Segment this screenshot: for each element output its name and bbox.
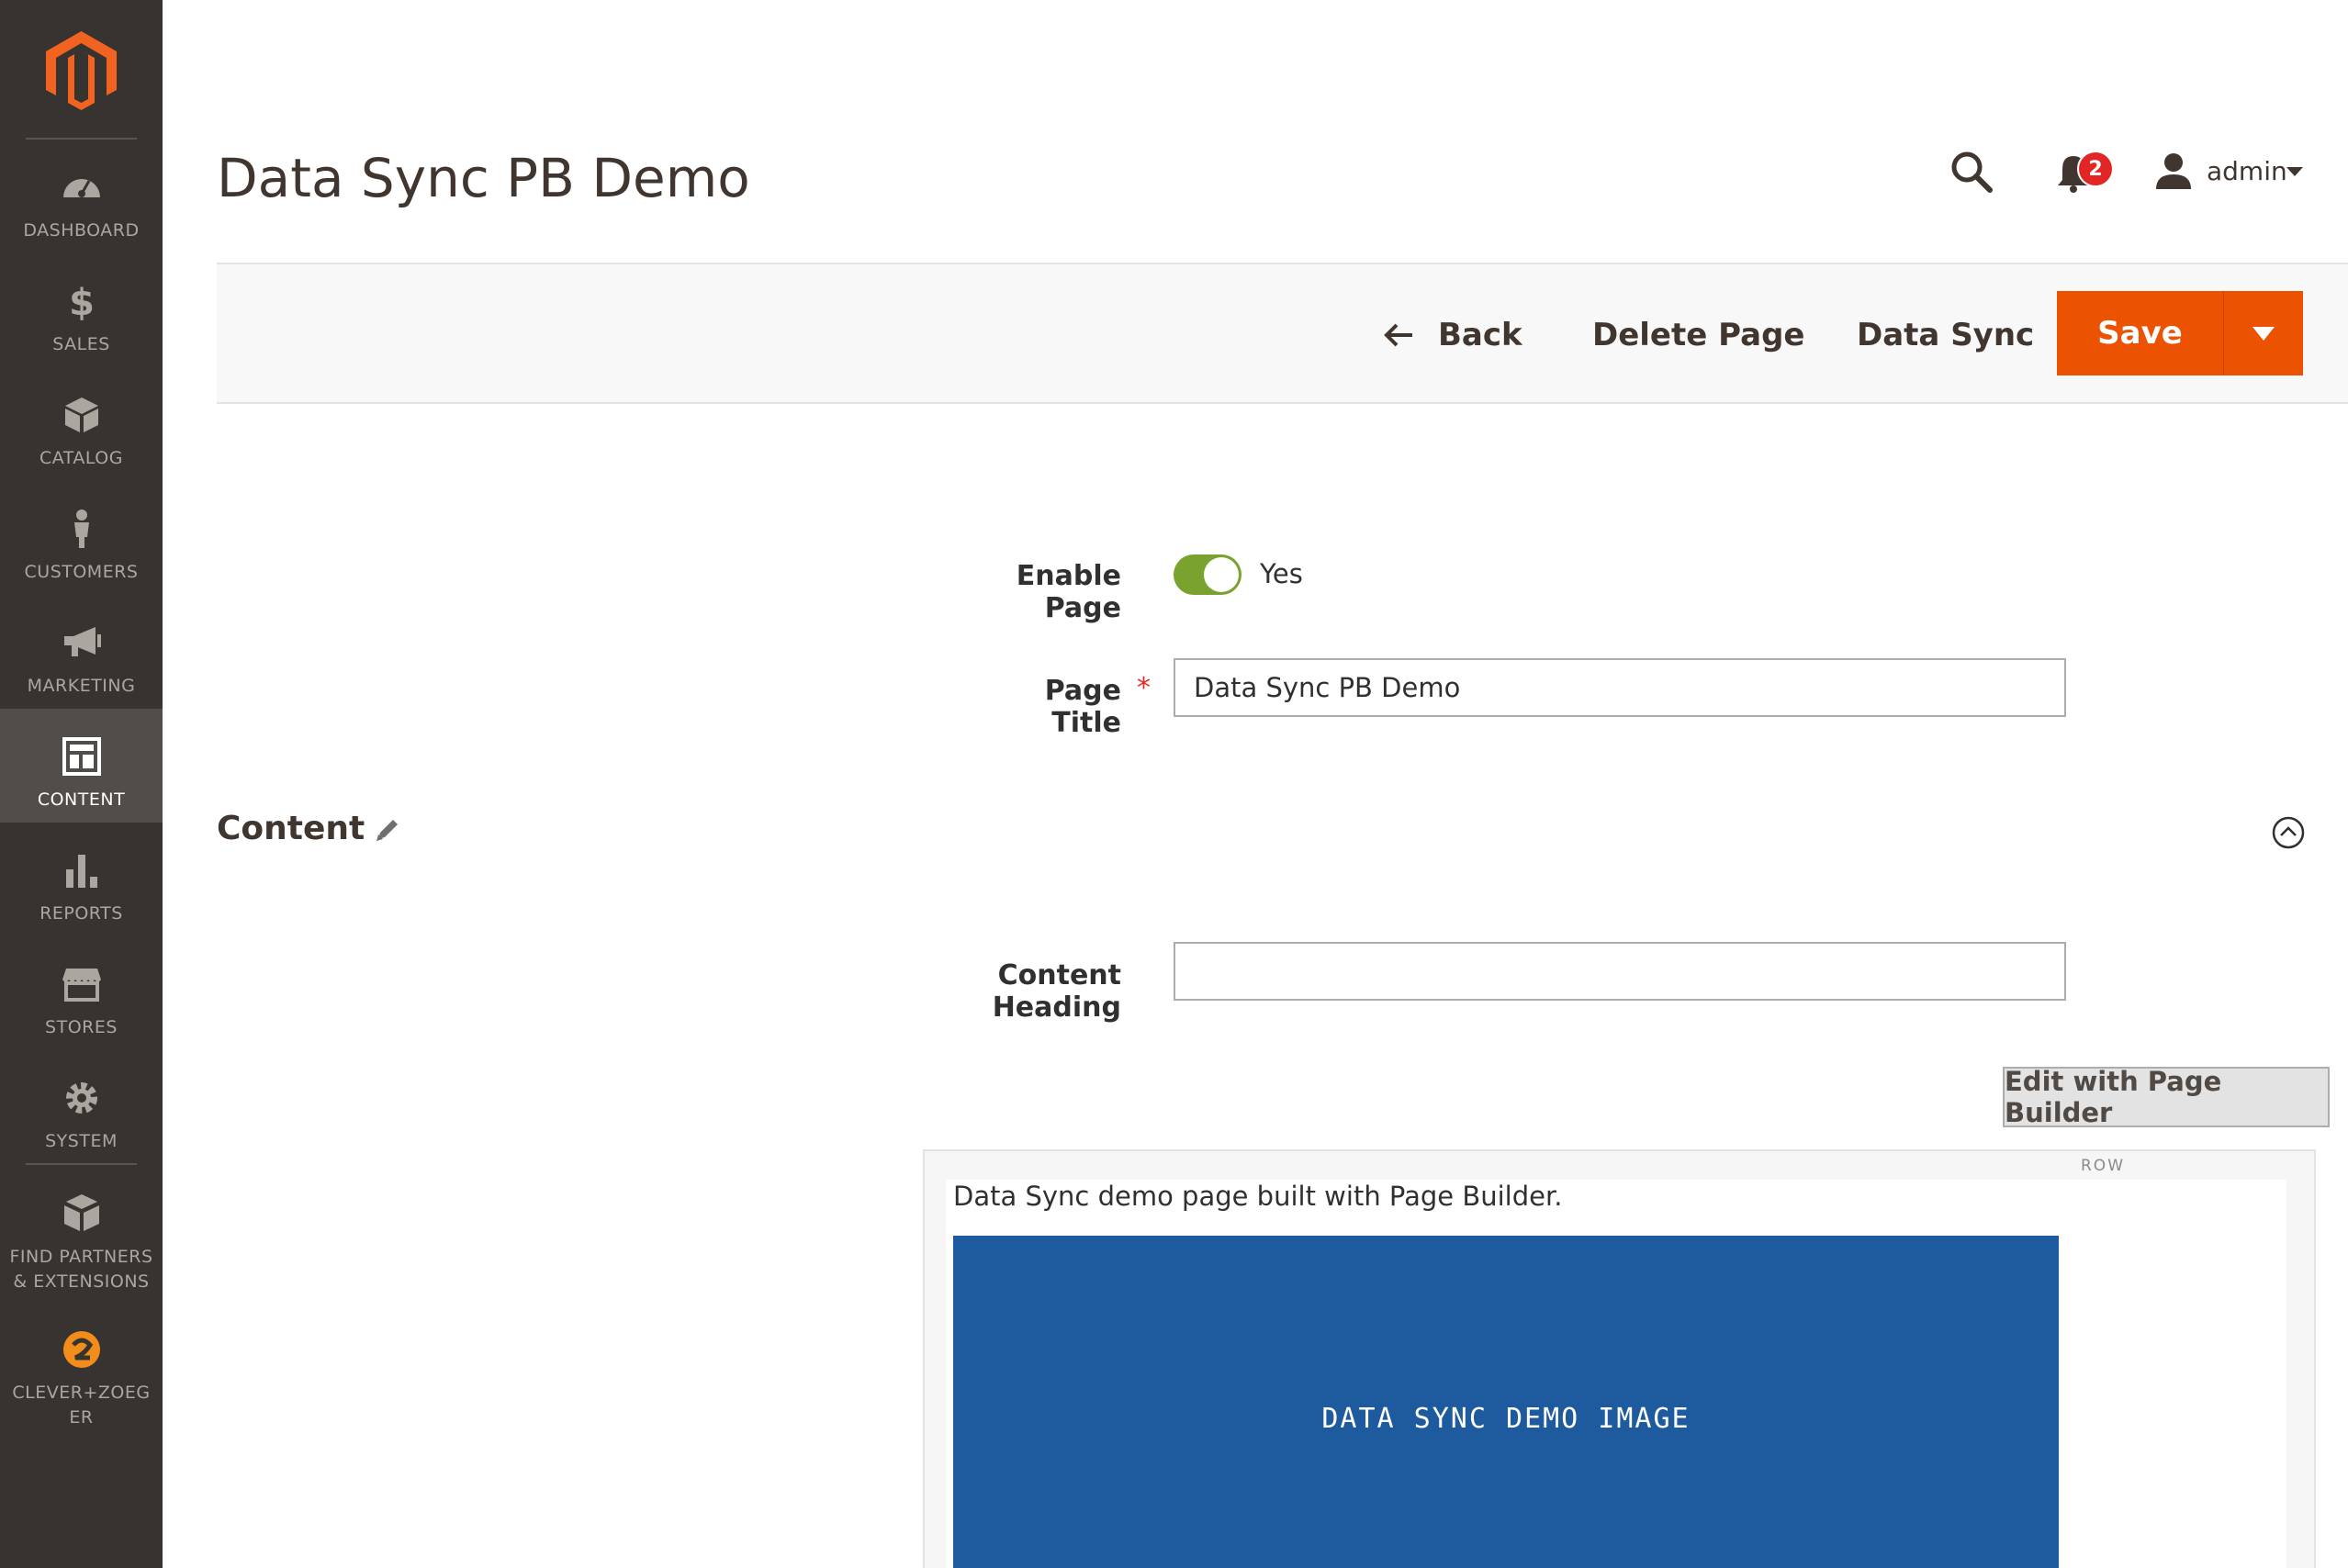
row-tag: ROW [2081, 1157, 2126, 1175]
save-options-button[interactable] [2224, 291, 2303, 375]
sidebar-item-label: MARKETING [27, 676, 136, 696]
sidebar-item-system[interactable]: SYSTEM [0, 1050, 163, 1164]
sidebar-item-label: SALES [52, 334, 110, 354]
layout-icon [60, 734, 104, 778]
admin-sidebar: DASHBOARD $ SALES CATALOG CUSTOMERS MARK… [0, 0, 163, 1568]
content-heading-label: Content Heading [992, 959, 1121, 1024]
demo-image[interactable]: DATA SYNC DEMO IMAGE [953, 1236, 2059, 1568]
back-button-label: Back [1438, 317, 1522, 353]
edit-with-page-builder-button[interactable]: Edit with Page Builder [2003, 1066, 2330, 1128]
sidebar-item-dashboard[interactable]: DASHBOARD [0, 140, 163, 253]
content-section-title[interactable]: Content [217, 810, 365, 847]
svg-text:$: $ [69, 282, 95, 322]
sidebar-item-label: CONTENT [37, 790, 126, 810]
storefront-icon [60, 962, 104, 1006]
content-heading-input[interactable] [1174, 942, 2066, 1001]
caret-down-icon [2253, 326, 2275, 341]
required-indicator: * [1137, 672, 1151, 704]
sidebar-item-clever-zoeger[interactable]: CLEVER+ZOEGER [0, 1302, 163, 1439]
bar-chart-icon [60, 848, 104, 892]
sidebar-item-sales[interactable]: $ SALES [0, 253, 163, 367]
sidebar-item-label: DASHBOARD [23, 220, 140, 241]
sidebar-item-label: REPORTS [39, 903, 123, 924]
admin-user-menu[interactable]: admin [2207, 156, 2287, 186]
notification-count-badge: 2 [2077, 151, 2114, 187]
sidebar-item-label: SYSTEM [45, 1131, 118, 1151]
demo-image-caption: DATA SYNC DEMO IMAGE [1321, 1403, 1691, 1435]
person-icon [60, 507, 104, 551]
preview-text-block[interactable]: Data Sync demo page built with Page Buil… [953, 1181, 1562, 1212]
enable-page-label: Enable Page [1016, 560, 1121, 624]
toggle-knob [1204, 557, 1239, 592]
sidebar-divider [26, 1163, 137, 1165]
page-title-label: Page Title [1044, 675, 1121, 739]
sidebar-item-catalog[interactable]: CATALOG [0, 367, 163, 481]
delete-page-button[interactable]: Delete Page [1592, 303, 1805, 367]
arrow-left-icon [1384, 323, 1412, 347]
save-button[interactable]: Save [2057, 291, 2224, 375]
collapse-section-icon[interactable] [2271, 815, 2306, 850]
page-title-input[interactable] [1174, 658, 2066, 717]
pencil-icon[interactable] [373, 815, 402, 845]
page-title: Data Sync PB Demo [217, 147, 750, 209]
back-button[interactable]: Back [1383, 303, 1522, 367]
box-icon [60, 393, 104, 437]
sidebar-item-label: FIND PARTNERS & EXTENSIONS [9, 1247, 153, 1292]
sidebar-item-reports[interactable]: REPORTS [0, 823, 163, 936]
megaphone-icon [60, 621, 104, 665]
magento-logo-icon[interactable] [44, 29, 118, 110]
search-icon[interactable] [1949, 149, 1994, 195]
sidebar-item-label: CLEVER+ZOEGER [12, 1383, 151, 1428]
user-icon[interactable] [2154, 152, 2193, 191]
enable-page-toggle[interactable] [1174, 554, 1241, 595]
gear-icon [60, 1076, 104, 1120]
sidebar-item-label: STORES [45, 1017, 118, 1037]
sidebar-item-label: CATALOG [39, 448, 123, 468]
sidebar-item-customers[interactable]: CUSTOMERS [0, 481, 163, 595]
sidebar-item-stores[interactable]: STORES [0, 936, 163, 1050]
sidebar-item-find-partners[interactable]: FIND PARTNERS & EXTENSIONS [0, 1166, 163, 1294]
chevron-down-icon[interactable] [2286, 167, 2303, 176]
data-sync-button[interactable]: Data Sync [1857, 303, 2034, 367]
sidebar-item-content[interactable]: CONTENT [0, 709, 163, 823]
dashboard-icon [60, 165, 104, 209]
clever-zoeger-icon [60, 1327, 104, 1372]
cubes-icon [60, 1192, 104, 1236]
dollar-icon: $ [60, 279, 104, 323]
sidebar-item-label: CUSTOMERS [24, 562, 139, 582]
enable-page-value: Yes [1260, 558, 1303, 589]
sidebar-item-marketing[interactable]: MARKETING [0, 595, 163, 709]
